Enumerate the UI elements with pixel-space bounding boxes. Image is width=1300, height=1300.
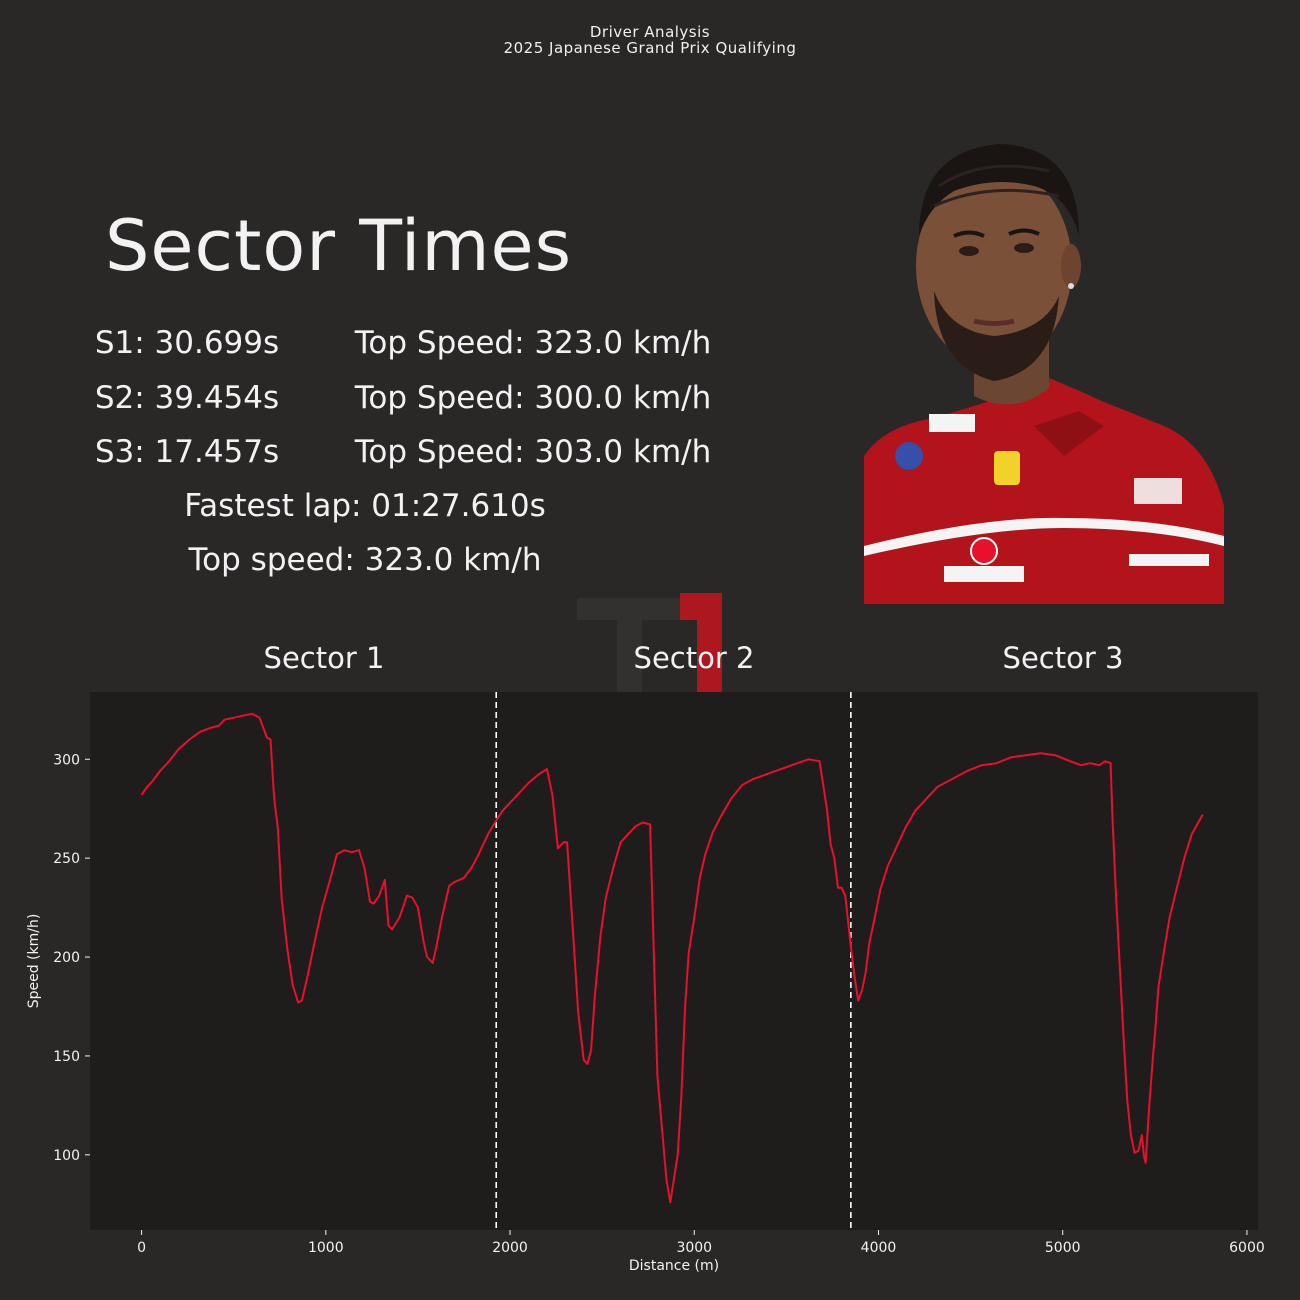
fastest-lap: Fastest lap: 01:27.610s xyxy=(184,488,546,524)
sector1-title: Sector 1 xyxy=(263,641,385,675)
sector2-top-speed: Top Speed: 300.0 km/h xyxy=(354,380,712,416)
sector1-time: S1: 30.699s xyxy=(94,325,280,361)
sector3-title: Sector 3 xyxy=(1002,641,1124,675)
x-tick-label: 1000 xyxy=(308,1240,344,1256)
driver-portrait xyxy=(864,144,1224,604)
y-tick-label: 150 xyxy=(53,1049,80,1065)
x-tick-label: 2000 xyxy=(492,1240,528,1256)
y-tick-label: 200 xyxy=(53,950,80,966)
overall-top-speed: Top speed: 323.0 km/h xyxy=(188,542,542,578)
x-tick-label: 0 xyxy=(137,1240,146,1256)
sector-times-heading: Sector Times xyxy=(105,205,573,287)
x-tick-label: 3000 xyxy=(676,1240,712,1256)
y-tick-label: 100 xyxy=(53,1148,80,1164)
y-tick-label: 300 xyxy=(53,752,80,768)
speed-trace-line xyxy=(140,712,1204,1204)
chart-header-line2: 2025 Japanese Grand Prix Qualifying xyxy=(503,39,797,57)
x-tick-label: 6000 xyxy=(1229,1240,1265,1256)
y-axis-label: Speed (km/h) xyxy=(26,914,42,1009)
x-tick-label: 5000 xyxy=(1045,1240,1081,1256)
plot-area xyxy=(90,692,1258,1230)
x-tick-label: 4000 xyxy=(861,1240,897,1256)
sector2-title: Sector 2 xyxy=(633,641,755,675)
sector2-time: S2: 39.454s xyxy=(94,380,280,416)
sector1-top-speed: Top Speed: 323.0 km/h xyxy=(354,325,712,361)
y-tick-label: 250 xyxy=(53,851,80,867)
sector3-top-speed: Top Speed: 303.0 km/h xyxy=(354,434,712,470)
x-axis-label: Distance (m) xyxy=(629,1258,719,1274)
sector3-time: S3: 17.457s xyxy=(94,434,280,470)
